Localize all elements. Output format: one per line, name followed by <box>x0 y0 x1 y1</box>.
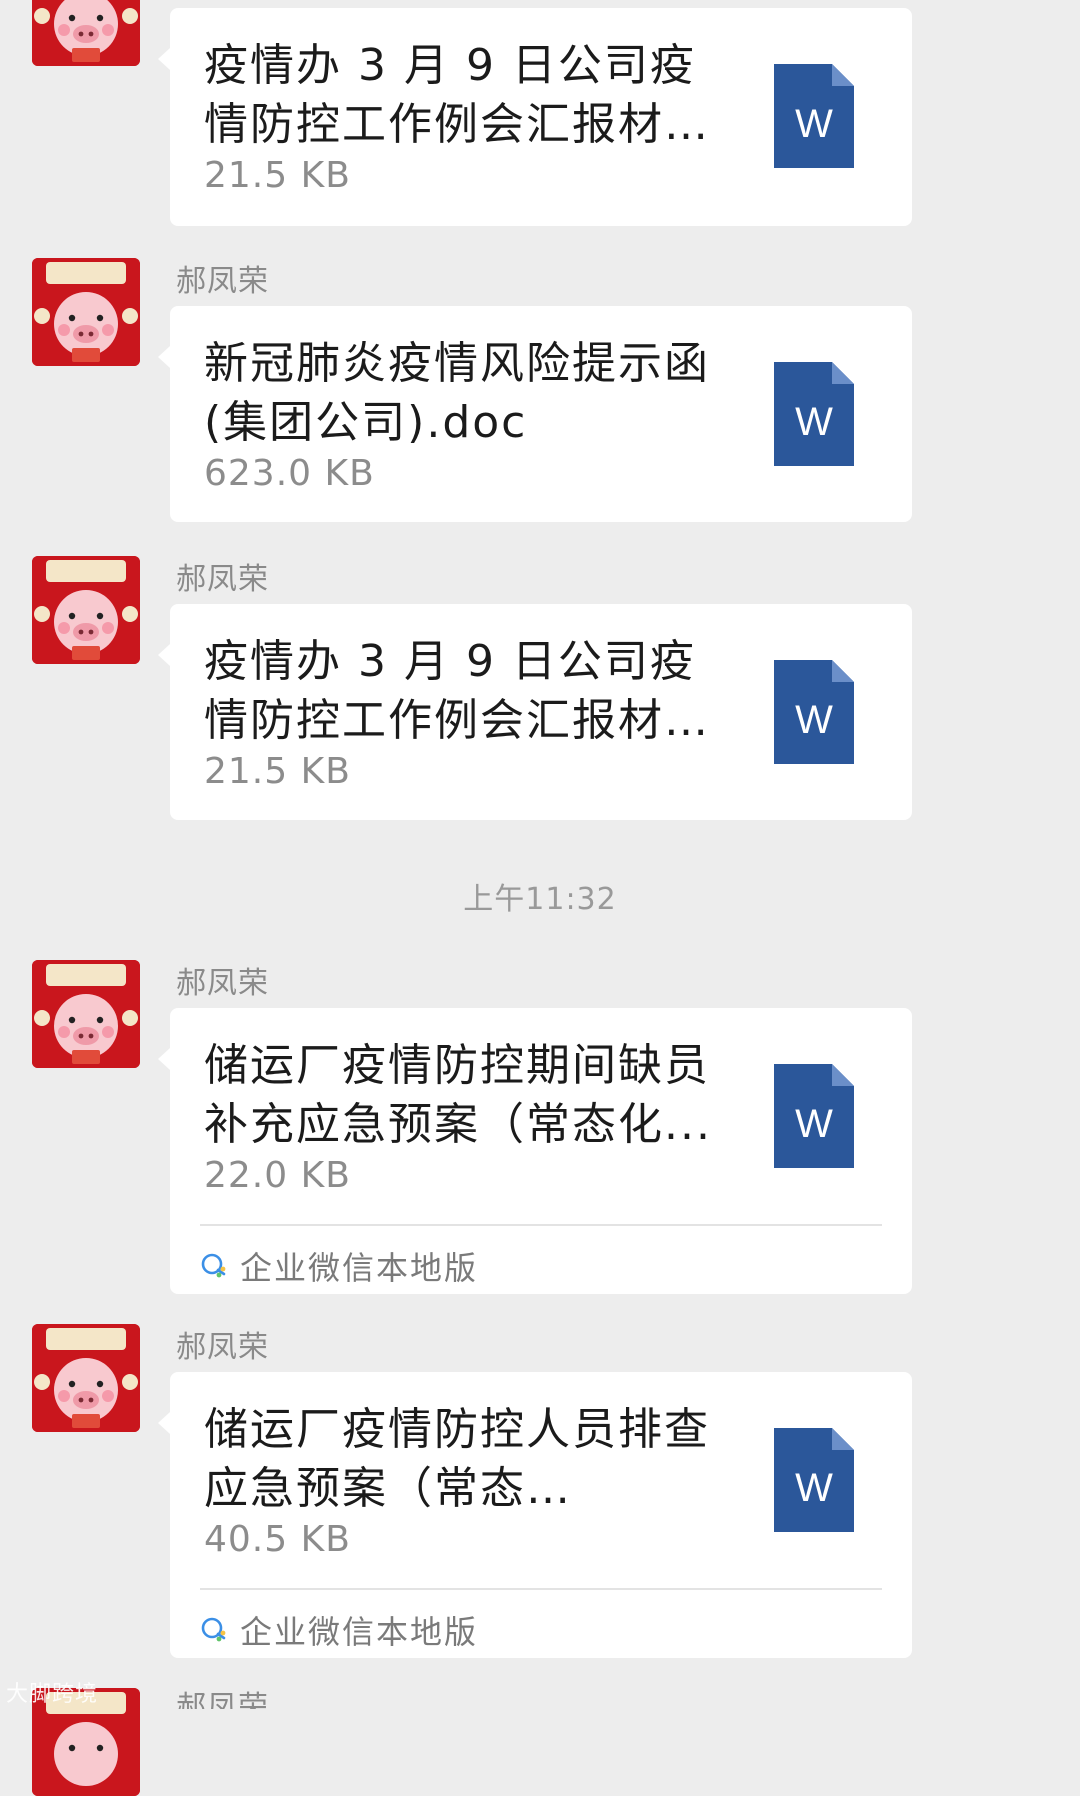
sender-name: 郝凤荣 <box>176 264 269 299</box>
file-name: 疫情办 3 月 9 日公司疫情防控工作例会汇报材料... <box>204 636 696 746</box>
sender-avatar[interactable] <box>32 258 140 366</box>
word-document-icon: W <box>774 660 854 764</box>
file-name: 储运厂疫情防控人员排查应急预案（常态化）.doc <box>204 1404 710 1514</box>
word-document-icon: W <box>774 362 854 466</box>
source-app-label: 企业微信本地版 <box>240 1249 479 1287</box>
word-letter: W <box>795 400 833 444</box>
word-document-icon: W <box>774 1428 854 1532</box>
word-document-icon: W <box>774 64 854 168</box>
sender-name: 郝凤荣 <box>176 562 269 597</box>
pig-avatar-icon <box>32 258 140 366</box>
bubble-divider <box>200 1224 882 1226</box>
word-letter: W <box>795 102 833 146</box>
bubble-divider <box>200 1588 882 1590</box>
file-size: 21.5 KB <box>204 751 351 792</box>
pig-avatar-icon <box>32 1324 140 1432</box>
sender-name: 郝凤荣 <box>176 1330 269 1365</box>
wecom-logo-icon <box>200 1616 228 1644</box>
sender-avatar[interactable] <box>32 1324 140 1432</box>
word-letter: W <box>795 1102 833 1146</box>
file-size: 22.0 KB <box>204 1155 351 1196</box>
source-app-tag: 企业微信本地版 <box>200 1244 478 1288</box>
file-message-bubble[interactable]: 疫情办 3 月 9 日公司疫情防控工作例会汇报材料... 21.5 KB W <box>158 8 912 226</box>
file-name: 新冠肺炎疫情风险提示函(集团公司).doc <box>204 338 710 448</box>
word-letter: W <box>795 698 833 742</box>
word-document-icon: W <box>774 1064 854 1168</box>
file-message-bubble[interactable]: 疫情办 3 月 9 日公司疫情防控工作例会汇报材料... 21.5 KB W <box>158 604 912 820</box>
file-message-bubble[interactable]: 储运厂疫情防控期间缺员补充应急预案（常态化... 22.0 KB W 企业微信本… <box>158 1008 912 1294</box>
sender-name: 郝凤荣 <box>176 966 269 1001</box>
file-size: 40.5 KB <box>204 1519 351 1560</box>
sender-avatar[interactable] <box>32 960 140 1068</box>
word-letter: W <box>795 1466 833 1510</box>
file-size: 623.0 KB <box>204 453 375 494</box>
sender-avatar[interactable] <box>32 0 140 66</box>
file-size: 21.5 KB <box>204 155 351 196</box>
file-name: 疫情办 3 月 9 日公司疫情防控工作例会汇报材料... <box>204 40 696 150</box>
watermark-text: 大脚跨境 <box>6 1682 99 1707</box>
file-message-bubble[interactable]: 储运厂疫情防控人员排查应急预案（常态化）.doc 40.5 KB W 企业微信本… <box>158 1372 912 1658</box>
chat-message-list[interactable]: 疫情办 3 月 9 日公司疫情防控工作例会汇报材料... 21.5 KB W <box>0 0 1080 1796</box>
file-name: 储运厂疫情防控期间缺员补充应急预案（常态化... <box>204 1040 712 1150</box>
file-message-bubble[interactable]: 新冠肺炎疫情风险提示函(集团公司).doc 623.0 KB W <box>158 306 912 522</box>
message-timestamp: 上午11:32 <box>463 882 617 917</box>
source-app-label: 企业微信本地版 <box>240 1613 479 1651</box>
wecom-logo-icon <box>200 1252 228 1280</box>
pig-avatar-icon <box>32 0 140 66</box>
source-app-tag: 企业微信本地版 <box>200 1608 478 1652</box>
sender-avatar[interactable] <box>32 556 140 664</box>
sender-name: 郝凤荣 <box>176 1690 269 1709</box>
pig-avatar-icon <box>32 960 140 1068</box>
pig-avatar-icon <box>32 556 140 664</box>
